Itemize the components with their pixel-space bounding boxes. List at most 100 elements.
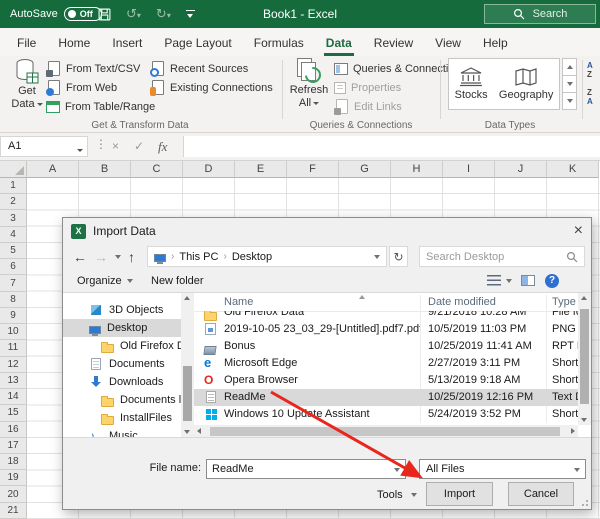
save-icon[interactable]: [98, 8, 111, 21]
titlebar-search-box[interactable]: Search: [484, 4, 596, 24]
column-header-b[interactable]: B: [79, 161, 131, 178]
column-header-g[interactable]: G: [339, 161, 391, 178]
dialog-search-box[interactable]: Search Desktop: [419, 246, 585, 267]
file-row-microsoft-edge[interactable]: Microsoft Edge 2/27/2019 3:11 PM Shortcut: [194, 355, 578, 372]
scroll-up-icon[interactable]: [581, 296, 587, 300]
gallery-more-button[interactable]: [562, 93, 577, 110]
column-header-j[interactable]: J: [495, 161, 547, 178]
row-header-21[interactable]: 21: [0, 502, 27, 519]
address-dropdown-icon[interactable]: [374, 254, 380, 259]
organize-button[interactable]: Organize: [77, 269, 133, 292]
row-header-3[interactable]: 3: [0, 210, 27, 227]
row-header-14[interactable]: 14: [0, 389, 27, 406]
row-header-6[interactable]: 6: [0, 259, 27, 276]
close-icon[interactable]: ×: [559, 223, 583, 239]
select-all-corner[interactable]: [0, 161, 27, 178]
gallery-scroll-up[interactable]: [562, 58, 577, 76]
formula-bar-handle[interactable]: ⋮: [95, 137, 107, 151]
column-header-h[interactable]: H: [391, 161, 443, 178]
import-button[interactable]: Import: [426, 482, 493, 506]
refresh-all-button[interactable]: Refresh All: [287, 58, 331, 110]
resize-grip[interactable]: [582, 500, 588, 506]
scroll-left-icon[interactable]: [197, 428, 201, 434]
recent-locations-icon[interactable]: [115, 244, 121, 269]
row-header-4[interactable]: 4: [0, 226, 27, 243]
geography-button[interactable]: Geography: [499, 67, 553, 101]
undo-icon[interactable]: ↺▾: [126, 7, 141, 22]
scroll-down-icon[interactable]: [184, 430, 190, 434]
scroll-up-icon[interactable]: [184, 296, 190, 300]
tools-button[interactable]: Tools: [377, 485, 417, 505]
file-list-vscrollbar[interactable]: [578, 293, 591, 425]
tree-item-installfiles[interactable]: InstallFiles: [63, 409, 181, 427]
refresh-icon[interactable]: ↻: [389, 246, 408, 267]
stocks-button[interactable]: Stocks: [455, 67, 488, 101]
tab-home[interactable]: Home: [56, 36, 92, 56]
scroll-down-icon[interactable]: [581, 418, 587, 422]
tab-view[interactable]: View: [433, 36, 463, 56]
tab-page-layout[interactable]: Page Layout: [162, 36, 233, 56]
scrollbar-thumb[interactable]: [580, 309, 589, 404]
column-header-a[interactable]: A: [27, 161, 79, 178]
from-web-button[interactable]: From Web: [46, 78, 155, 97]
row-header-5[interactable]: 5: [0, 242, 27, 260]
breadcrumb-desktop[interactable]: Desktop: [232, 251, 272, 263]
scrollbar-thumb[interactable]: [210, 427, 560, 436]
dialog-titlebar[interactable]: X Import Data ×: [63, 218, 591, 244]
tree-item-documents-list[interactable]: Documents list: [63, 391, 181, 409]
help-button[interactable]: ?: [545, 269, 559, 292]
row-header-9[interactable]: 9: [0, 307, 27, 325]
file-row-readme[interactable]: ReadMe 10/25/2019 12:16 PM Text Doc: [194, 389, 578, 406]
column-header-f[interactable]: F: [287, 161, 339, 178]
tree-item-documents[interactable]: Documents: [63, 355, 181, 373]
file-name-input[interactable]: ReadMe: [206, 459, 406, 479]
row-header-12[interactable]: 12: [0, 356, 27, 373]
tab-help[interactable]: Help: [481, 36, 510, 56]
row-header-7[interactable]: 7: [0, 275, 27, 292]
autosave-toggle[interactable]: Off: [63, 7, 102, 21]
column-header-name[interactable]: Name: [224, 293, 253, 311]
insert-function-icon[interactable]: fx: [158, 136, 167, 157]
from-text-csv-button[interactable]: From Text/CSV: [46, 59, 155, 78]
tab-file[interactable]: File: [15, 36, 38, 56]
breadcrumb-this-pc[interactable]: This PC: [179, 251, 218, 263]
enter-entry-icon[interactable]: ✓: [134, 136, 144, 157]
gallery-scroll-down[interactable]: [562, 76, 577, 93]
view-mode-button[interactable]: [487, 269, 512, 292]
file-row-old-firefox-data[interactable]: Old Firefox Data 9/21/2018 10:28 AM File f…: [194, 311, 578, 321]
tree-item-music[interactable]: Music: [63, 427, 181, 437]
row-header-1[interactable]: 1: [0, 178, 27, 195]
tree-scrollbar[interactable]: [181, 293, 194, 437]
column-header-d[interactable]: D: [183, 161, 235, 178]
back-icon[interactable]: ←: [73, 244, 87, 269]
file-list-hscrollbar[interactable]: [194, 425, 578, 437]
breadcrumb[interactable]: › This PC › Desktop: [147, 246, 387, 267]
preview-pane-button[interactable]: [521, 269, 535, 292]
file-row-bonus[interactable]: Bonus 10/25/2019 11:41 AM RPT File: [194, 338, 578, 355]
row-header-2[interactable]: 2: [0, 194, 27, 211]
column-header-c[interactable]: C: [131, 161, 183, 178]
formula-input[interactable]: [183, 136, 600, 157]
tree-item-3d-objects[interactable]: 3D Objects: [63, 301, 181, 319]
name-box[interactable]: A1: [0, 136, 88, 157]
scroll-right-icon[interactable]: [571, 428, 575, 434]
existing-connections-button[interactable]: Existing Connections: [150, 78, 273, 97]
cancel-entry-icon[interactable]: ×: [112, 136, 119, 157]
row-header-16[interactable]: 16: [0, 421, 27, 438]
row-header-17[interactable]: 17: [0, 437, 27, 454]
file-row-windows-10-update-assistant[interactable]: Windows 10 Update Assistant 5/24/2019 3:5…: [194, 406, 578, 423]
tab-formulas[interactable]: Formulas: [252, 36, 306, 56]
row-header-11[interactable]: 11: [0, 340, 27, 357]
row-header-19[interactable]: 19: [0, 470, 27, 487]
up-icon[interactable]: ↑: [128, 244, 135, 269]
tab-insert[interactable]: Insert: [110, 36, 144, 56]
cancel-button[interactable]: Cancel: [508, 482, 574, 506]
from-table-range-button[interactable]: From Table/Range: [46, 97, 155, 116]
column-header-k[interactable]: K: [547, 161, 599, 178]
row-header-20[interactable]: 20: [0, 486, 27, 503]
column-header-e[interactable]: E: [235, 161, 287, 178]
column-header-i[interactable]: I: [443, 161, 495, 178]
row-header-13[interactable]: 13: [0, 372, 27, 390]
column-header-type[interactable]: Type: [552, 293, 576, 311]
column-header-date-modified[interactable]: Date modified: [428, 293, 496, 311]
